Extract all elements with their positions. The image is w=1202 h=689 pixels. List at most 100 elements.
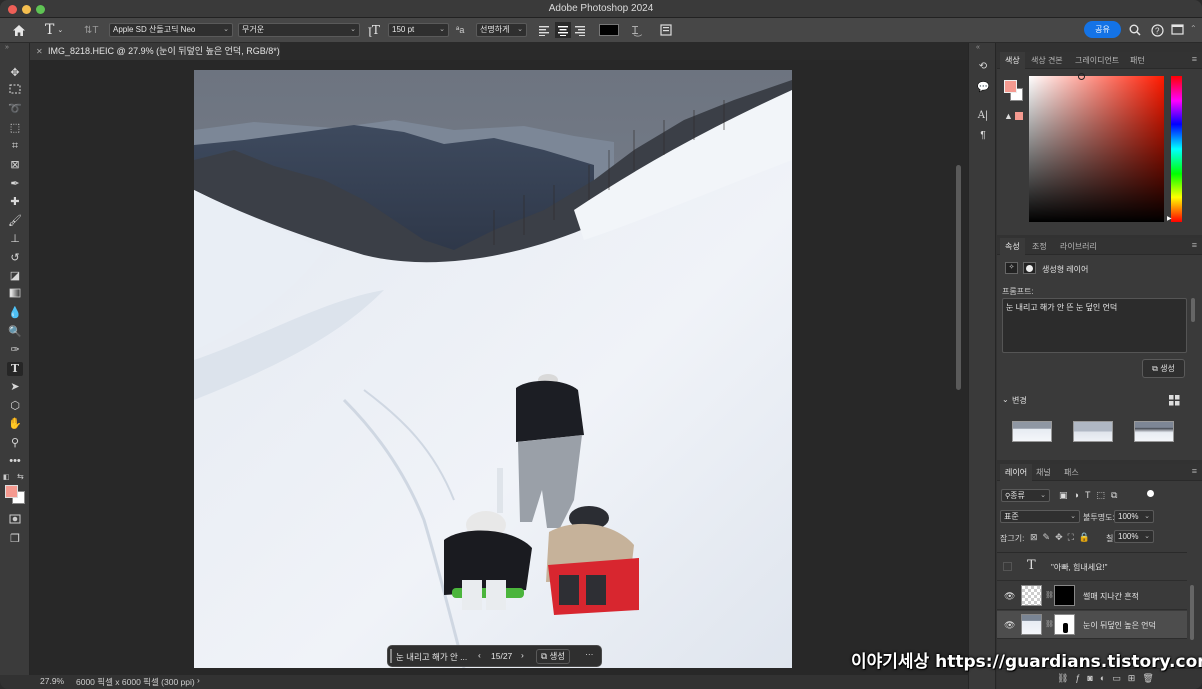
spot-healing-tool-icon[interactable]: ✚ (7, 195, 23, 209)
brush-tool-icon[interactable]: 🖌 (7, 214, 23, 228)
variation-thumbnail-3[interactable] (1134, 421, 1174, 442)
next-variation-icon[interactable]: › (521, 650, 524, 660)
blend-mode-select[interactable]: 표준 ⌄ (1000, 510, 1080, 523)
taskbar-prompt[interactable]: 눈 내리고 해가 안 ... (396, 651, 467, 663)
share-button[interactable]: 공유 (1084, 21, 1121, 38)
more-tools-icon[interactable]: ••• (7, 454, 23, 468)
frame-tool-icon[interactable]: ⊠ (7, 158, 23, 172)
fill-field[interactable]: 100% ⌄ (1114, 530, 1154, 543)
crop-tool-icon[interactable]: ⌗ (7, 139, 23, 153)
more-options-icon[interactable]: ··· (585, 649, 594, 659)
strip-collapse-icon[interactable]: « (976, 44, 980, 51)
paragraph-panel-icon[interactable]: ¶ (977, 130, 989, 142)
color-field[interactable] (1029, 73, 1164, 222)
zoom-tool-icon[interactable]: ⚲ (7, 436, 23, 450)
document-canvas-image[interactable] (194, 70, 792, 668)
path-selection-tool-icon[interactable]: ➤ (7, 380, 23, 394)
tab-paths[interactable]: 패스 (1064, 464, 1079, 481)
default-colors-icon[interactable]: ◧ (3, 473, 10, 481)
document-tab[interactable]: ✕ IMG_8218.HEIC @ 27.9% (눈이 뒤덮인 높은 언덕, R… (30, 43, 280, 73)
layer-mask-thumbnail[interactable] (1054, 614, 1075, 635)
tab-libraries[interactable]: 라이브러리 (1060, 238, 1097, 255)
options-collapse-icon[interactable]: ⌃ (1190, 24, 1197, 33)
align-center-icon[interactable] (555, 22, 571, 38)
character-panel-strip-icon[interactable]: A| (977, 110, 989, 122)
taskbar-grip[interactable] (390, 649, 392, 663)
eye-icon[interactable]: 👁 (1004, 620, 1015, 631)
lock-icons[interactable]: ⊠✎✥⛶🔒 (1030, 532, 1095, 543)
screen-mode-icon[interactable]: ❐ (7, 532, 23, 546)
hand-tool-icon[interactable]: ✋ (7, 417, 23, 431)
tab-patterns[interactable]: 패턴 (1130, 52, 1145, 69)
blur-tool-icon[interactable]: 💧 (7, 306, 23, 320)
tab-adjustments[interactable]: 조정 (1032, 238, 1047, 255)
layer-name[interactable]: 눈이 뒤덮인 높은 언덕 (1083, 620, 1156, 631)
history-panel-icon[interactable]: ⟲ (977, 61, 989, 73)
tab-gradients[interactable]: 그레이디언트 (1075, 52, 1119, 69)
mask-icon[interactable] (1023, 262, 1036, 274)
layer-filter-icons[interactable]: ▣◑T⬚⧉ (1059, 490, 1123, 501)
properties-scrollbar[interactable] (1191, 298, 1195, 322)
tab-layers[interactable]: 레이어 (1000, 464, 1033, 481)
warp-text-icon[interactable]: Ɪ͜ (632, 22, 638, 38)
move-tool-icon[interactable]: ✥ (7, 66, 23, 80)
shape-tool-icon[interactable]: ⬡ (7, 399, 23, 413)
visibility-off-box[interactable] (1003, 562, 1012, 571)
layers-scrollbar[interactable] (1190, 585, 1194, 640)
eyedropper-tool-icon[interactable]: ✒ (7, 177, 23, 191)
layer-name[interactable]: 썰매 지나간 흔적 (1083, 591, 1139, 602)
tab-channels[interactable]: 채널 (1036, 464, 1051, 481)
comments-panel-icon[interactable]: 💬 (977, 82, 989, 94)
help-icon[interactable]: ? (1151, 22, 1164, 38)
type-tool-preset-icon[interactable]: T ⌄ (45, 22, 63, 38)
orientation-toggle-icon[interactable]: ⇅T (84, 22, 99, 38)
panel-menu-icon[interactable]: ≡ (1192, 240, 1197, 250)
marquee-tool-icon[interactable] (7, 84, 23, 98)
panel-menu-icon[interactable]: ≡ (1192, 54, 1197, 64)
layer-row-sled-tracks[interactable]: 👁 ⛓ 썰매 지나간 흔적 (997, 582, 1187, 610)
previous-variation-icon[interactable]: ‹ (478, 650, 481, 660)
tab-color[interactable]: 색상 (1000, 52, 1025, 69)
tab-properties[interactable]: 속성 (1000, 238, 1025, 255)
link-icon[interactable]: ⛓ (1045, 591, 1054, 599)
gradient-tool-icon[interactable] (7, 288, 23, 302)
layer-name[interactable]: "아빠, 힘내세요!" (1051, 562, 1108, 573)
history-brush-tool-icon[interactable]: ↺ (7, 251, 23, 265)
text-color-swatch[interactable] (599, 24, 619, 36)
color-panel-foreground-swatch[interactable] (1004, 80, 1017, 93)
character-panel-icon[interactable] (660, 22, 672, 38)
link-icon[interactable]: ⛓ (1045, 620, 1054, 628)
swap-colors-icon[interactable]: ⇆ (17, 472, 24, 481)
pen-tool-icon[interactable]: ✑ (7, 343, 23, 357)
font-weight-select[interactable]: 무거운 ⌄ (238, 23, 360, 37)
variations-toggle-icon[interactable]: ⌄ (1002, 395, 1009, 404)
type-tool-icon[interactable]: T (7, 362, 23, 376)
font-family-select[interactable]: Apple SD 산돌고딕 Neo ⌄ (109, 23, 233, 37)
toolbar-collapse-icon[interactable]: » (5, 44, 9, 51)
color-picker-handle[interactable] (1078, 73, 1085, 80)
canvas-area[interactable] (30, 60, 968, 675)
tab-swatches[interactable]: 색상 견본 (1031, 52, 1063, 69)
gamut-swatch[interactable] (1015, 112, 1023, 120)
align-right-icon[interactable] (574, 22, 586, 38)
filter-toggle-icon[interactable] (1147, 490, 1154, 497)
properties-generate-button[interactable]: ⧉ 생성 (1142, 359, 1185, 378)
layer-footer-icons[interactable]: ⛓ƒ◙◐▭⊞🗑 (1057, 673, 1161, 684)
layer-mask-thumbnail[interactable] (1054, 585, 1075, 606)
lasso-tool-icon[interactable]: ➰ (7, 102, 23, 116)
layer-row-text[interactable]: T "아빠, 힘내세요!" (997, 553, 1187, 581)
variation-thumbnail-2[interactable] (1073, 421, 1113, 442)
eraser-tool-icon[interactable]: ◪ (7, 269, 23, 283)
grid-view-icon[interactable] (1169, 395, 1180, 408)
object-selection-tool-icon[interactable]: ⬚ (7, 121, 23, 135)
clone-stamp-tool-icon[interactable]: ⊥ (7, 232, 23, 246)
eye-icon[interactable]: 👁 (1004, 591, 1015, 602)
layer-filter-select[interactable]: ⚲종류 ⌄ (1001, 489, 1050, 502)
panel-menu-icon[interactable]: ≡ (1192, 466, 1197, 476)
align-left-icon[interactable] (538, 22, 550, 38)
hue-slider-handle[interactable]: ▶ (1167, 215, 1172, 222)
font-size-select[interactable]: 150 pt ⌄ (388, 23, 449, 37)
quick-mask-icon[interactable] (7, 514, 23, 528)
workspace-icon[interactable] (1171, 22, 1184, 38)
prompt-textarea[interactable]: 눈 내리고 해가 안 뜬 눈 덮인 언덕 (1002, 298, 1187, 353)
